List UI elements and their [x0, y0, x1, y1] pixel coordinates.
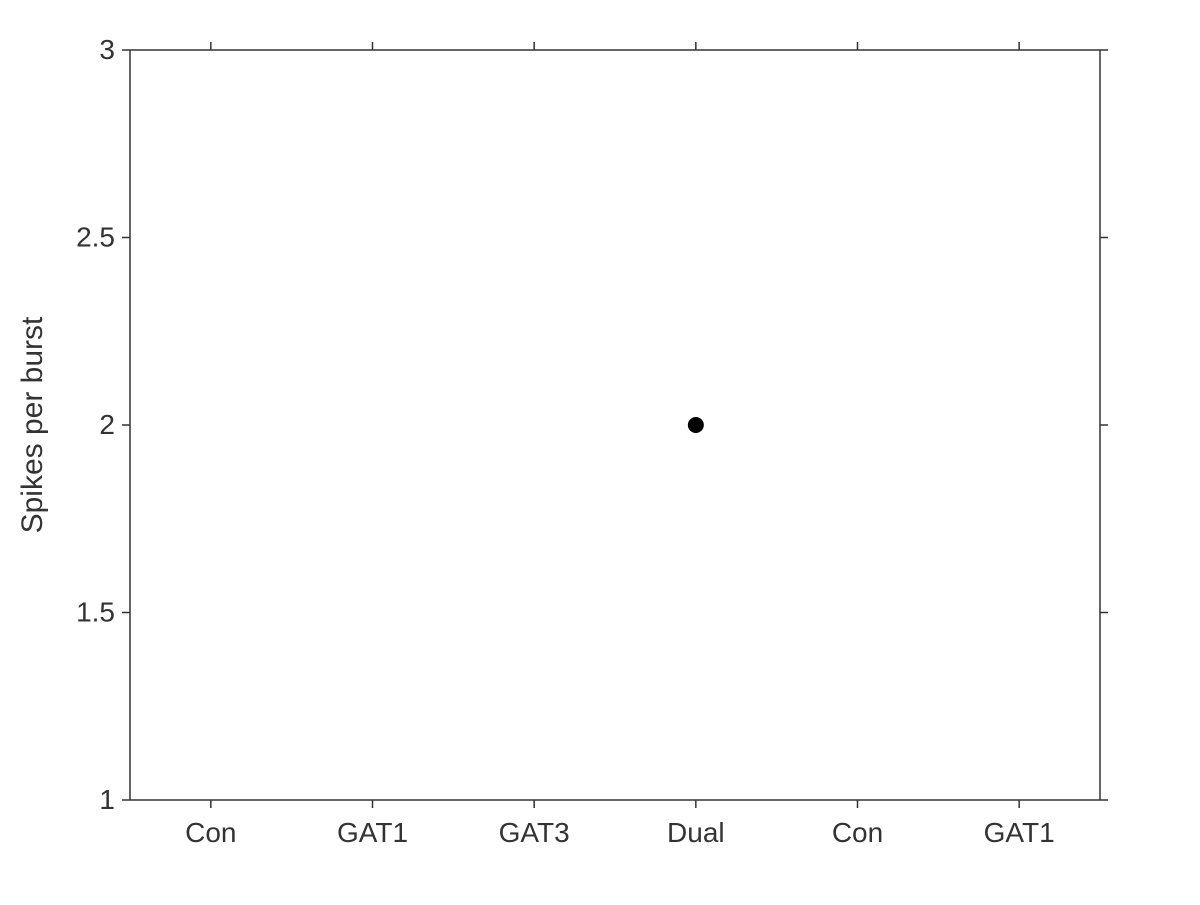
chart-svg: 1 1.5 2 2.5 3 Con GAT1 GAT3 Dual Con GAT1 Spikes pe… — [0, 0, 1200, 900]
chart-container: 1 1.5 2 2.5 3 Con GAT1 GAT3 Dual Con GAT1 Spikes pe… — [0, 0, 1200, 900]
x-tick-label: GAT3 — [499, 817, 570, 848]
x-tick-label: Con — [832, 817, 883, 848]
y-axis-label: Spikes per burst — [16, 316, 49, 533]
x-tick-label: GAT1 — [337, 817, 408, 848]
x-tick-label: Dual — [667, 817, 725, 848]
y-tick-label: 3 — [99, 34, 115, 65]
x-tick-label: GAT1 — [984, 817, 1055, 848]
y-tick-label: 2.5 — [76, 222, 115, 253]
y-tick-label: 1 — [99, 784, 115, 815]
y-tick-label: 1.5 — [76, 597, 115, 628]
y-tick-label: 2 — [99, 409, 115, 440]
x-tick-label: Con — [185, 817, 236, 848]
data-point — [688, 417, 704, 433]
